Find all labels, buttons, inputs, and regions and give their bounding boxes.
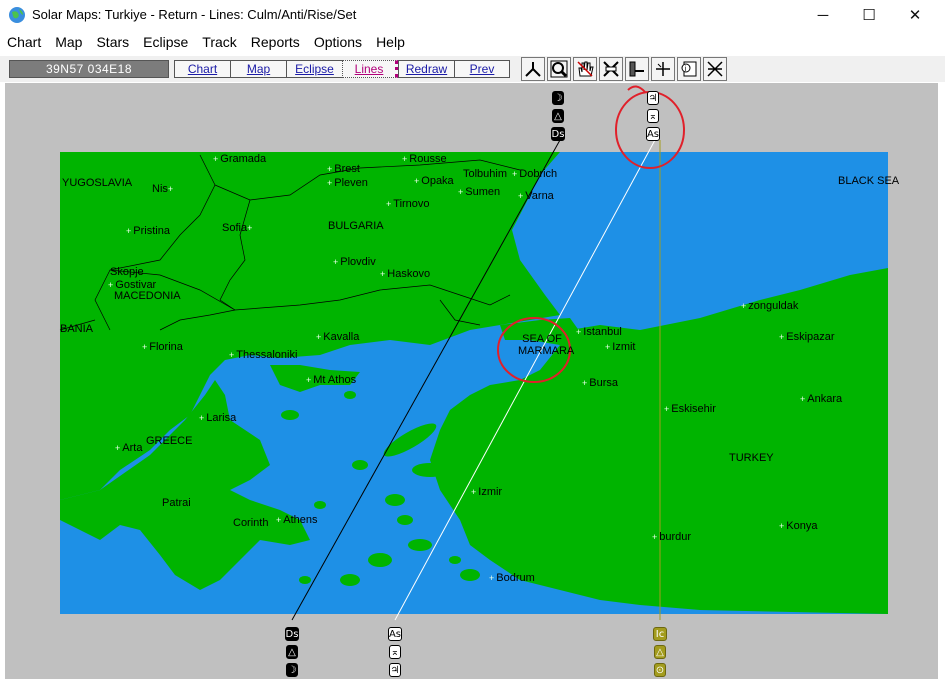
city-label: + Plovdiv xyxy=(333,256,376,268)
region-label: BULGARIA xyxy=(328,220,384,232)
region-label: SEA OF MARMARA xyxy=(518,333,575,357)
city-label: + Tirnovo xyxy=(386,198,430,210)
dsc-glyph-bottom[interactable]: Ds xyxy=(285,627,299,641)
city-label: + Haskovo xyxy=(380,268,431,280)
city-label: Sofia+ xyxy=(222,222,253,234)
city-label: + zonguldak xyxy=(741,300,799,312)
city-label: + Eskipazar xyxy=(779,331,835,343)
trine-glyph-olive[interactable]: △ xyxy=(654,645,666,659)
city-label: + Dobrich xyxy=(512,168,558,180)
city-label: + Pristina xyxy=(126,225,170,237)
city-label: + Larisa xyxy=(199,412,237,424)
city-label: + Varna xyxy=(518,190,554,202)
city-label: + Bodrum xyxy=(489,572,535,584)
city-label: + Bursa xyxy=(582,377,619,389)
asc-glyph-bottom[interactable]: As xyxy=(388,627,402,641)
city-label: + Rousse xyxy=(402,153,447,165)
toolbar-annotation xyxy=(627,85,646,93)
city-label: + Izmir xyxy=(471,486,503,498)
city-label: Nis+ xyxy=(152,183,174,195)
city-label: + Pleven xyxy=(327,177,368,189)
city-label: + Opaka xyxy=(414,175,454,187)
asc-glyph-top[interactable]: As xyxy=(646,127,660,141)
dsc-glyph-top[interactable]: Ds xyxy=(551,127,565,141)
region-label: BLACK SEA xyxy=(838,175,900,187)
trine-glyph-bottom[interactable]: △ xyxy=(286,645,298,659)
city-label: + Eskisehir xyxy=(664,403,716,415)
region-label: YUGOSLAVIA xyxy=(62,177,133,189)
city-label: + Thessaloniki xyxy=(229,349,298,361)
city-label: + burdur xyxy=(652,531,692,543)
city-label: + Gramada xyxy=(213,153,267,165)
aspect-glyph-bottom[interactable]: ⌅ xyxy=(389,645,401,659)
moon-glyph-bottom[interactable]: ☽ xyxy=(286,663,298,677)
city-label: + Istanbul xyxy=(576,326,622,338)
trine-glyph-top[interactable]: △ xyxy=(552,109,564,123)
region-label: TURKEY xyxy=(729,452,774,464)
city-label: + Mt Athos xyxy=(306,374,357,386)
city-label: Patrai xyxy=(162,497,191,509)
city-label: + Izmit xyxy=(605,341,636,353)
region-label: BANIA xyxy=(60,323,94,335)
aspect-glyph-top[interactable]: ⌅ xyxy=(647,109,659,123)
city-label: + Kavalla xyxy=(316,331,360,343)
city-label: + Ankara xyxy=(800,393,843,405)
city-label: + Gostivar xyxy=(108,279,157,291)
ic-glyph-bottom[interactable]: Ic xyxy=(653,627,667,641)
city-label: Tolbuhim xyxy=(463,168,508,180)
city-label: + Arta xyxy=(115,442,143,454)
sun-glyph-bottom[interactable]: ⊙ xyxy=(654,663,666,677)
city-label: Skopje xyxy=(110,266,144,278)
moon-glyph-top[interactable]: ☽ xyxy=(552,91,564,105)
city-label: + Brest xyxy=(327,163,360,175)
region-label: GREECE xyxy=(146,435,193,447)
city-label: + Konya xyxy=(779,520,818,532)
jupiter-glyph-top[interactable]: ♃ xyxy=(647,91,659,105)
jupiter-glyph-bottom[interactable]: ♃ xyxy=(389,663,401,677)
city-label: Corinth xyxy=(233,517,269,529)
region-label: MACEDONIA xyxy=(114,290,181,302)
city-label: + Sumen xyxy=(458,186,501,198)
city-label: + Athens xyxy=(276,514,318,526)
city-label: + Florina xyxy=(142,341,183,353)
